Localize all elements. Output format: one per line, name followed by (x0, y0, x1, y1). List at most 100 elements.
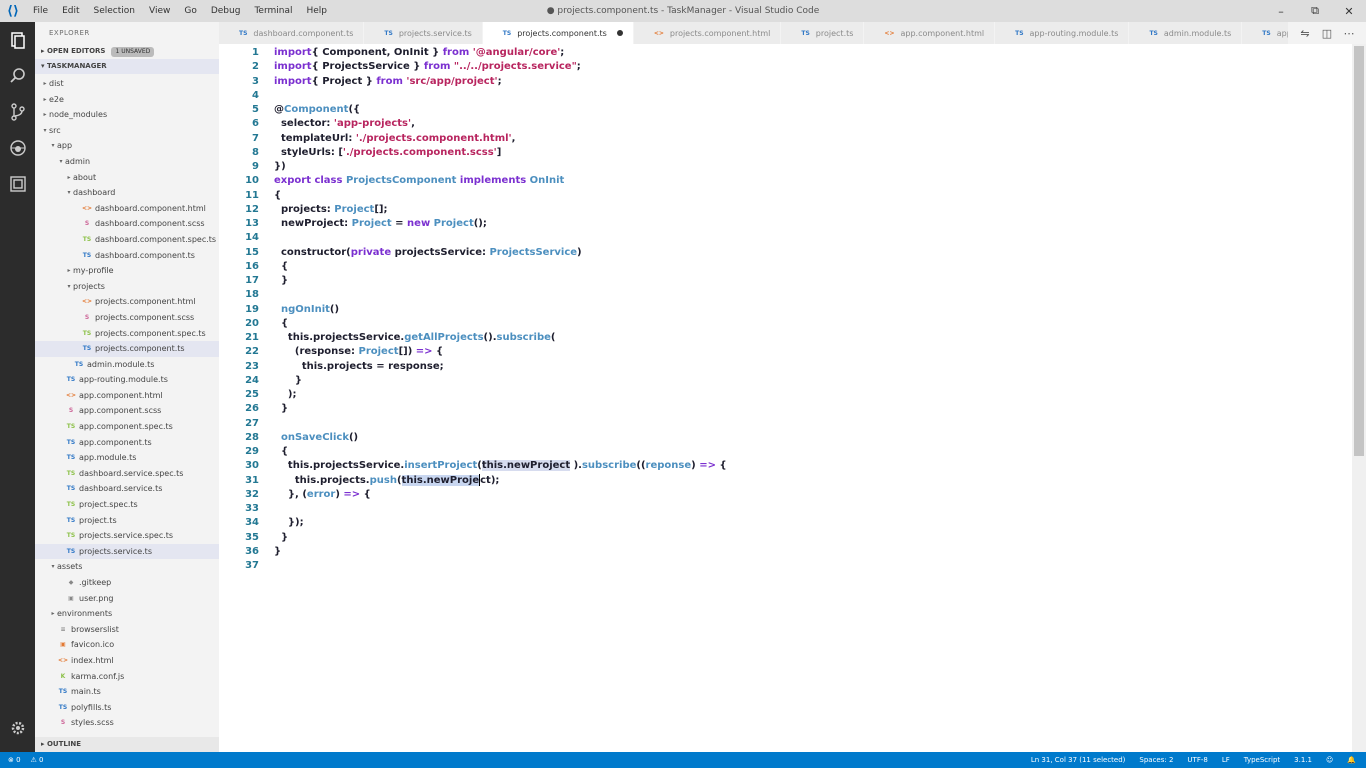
menu-debug[interactable]: Debug (204, 0, 248, 22)
code-line[interactable]: this.projects = response; (274, 360, 727, 374)
compare-icon[interactable]: ⇋ (1294, 22, 1316, 44)
extensions-icon[interactable] (0, 166, 35, 202)
more-icon[interactable]: ⋯ (1338, 22, 1360, 44)
code-line[interactable]: } (274, 374, 727, 388)
code-line[interactable] (274, 559, 727, 573)
tree-file[interactable]: TS dashboard.component.spec.ts (35, 232, 219, 248)
tab-admin-module-ts[interactable]: TS admin.module.ts (1129, 22, 1243, 44)
tree-file[interactable]: TS project.ts (35, 513, 219, 529)
code-line[interactable]: (response: Project[]) => { (274, 345, 727, 359)
indentation-status[interactable]: Spaces: 2 (1139, 756, 1173, 764)
encoding-status[interactable]: UTF-8 (1187, 756, 1207, 764)
tree-folder[interactable]: ▸ about (35, 170, 219, 186)
tree-file[interactable]: ◆ .gitkeep (35, 575, 219, 591)
tree-file[interactable]: TS dashboard.component.ts (35, 248, 219, 264)
code-line[interactable]: onSaveClick() (274, 431, 727, 445)
unsaved-dot-icon[interactable] (616, 30, 623, 36)
tree-file[interactable]: Kkarma.conf.js (35, 669, 219, 685)
tree-file[interactable]: ▣ user.png (35, 591, 219, 607)
tree-file[interactable]: <> projects.component.html (35, 294, 219, 310)
code-line[interactable] (274, 89, 727, 103)
tab-app-component-html[interactable]: <> app.component.html (864, 22, 996, 44)
open-editors-section[interactable]: ▸ OPEN EDITORS 1 UNSAVED (35, 44, 219, 59)
outline-section[interactable]: ▸ OUTLINE (35, 737, 219, 752)
tree-folder[interactable]: ▸ dist (35, 76, 219, 92)
menu-edit[interactable]: Edit (55, 0, 86, 22)
tree-file[interactable]: <> dashboard.component.html (35, 201, 219, 217)
code-line[interactable]: export class ProjectsComponent implement… (274, 174, 727, 188)
code-line[interactable] (274, 231, 727, 245)
menu-terminal[interactable]: Terminal (247, 0, 299, 22)
tree-file[interactable]: TS app.component.spec.ts (35, 419, 219, 435)
code-line[interactable]: } (274, 545, 727, 559)
code-line[interactable]: }, (error) => { (274, 488, 727, 502)
tree-file[interactable]: TS app.module.ts (35, 450, 219, 466)
tree-file[interactable]: TS polyfills.ts (35, 700, 219, 716)
code-line[interactable] (274, 417, 727, 431)
tree-file[interactable]: TS project.spec.ts (35, 497, 219, 513)
tree-folder[interactable]: ▾ assets (35, 559, 219, 575)
tree-file[interactable]: Sprojects.component.scss (35, 310, 219, 326)
feedback-icon[interactable]: ☺ (1326, 756, 1333, 764)
menu-view[interactable]: View (142, 0, 177, 22)
tree-folder[interactable]: ▸ environments (35, 606, 219, 622)
restore-button[interactable]: ⧉ (1298, 0, 1332, 22)
version-status[interactable]: 3.1.1 (1294, 756, 1312, 764)
code-line[interactable]: styleUrls: ['./projects.component.scss'] (274, 146, 727, 160)
code-line[interactable]: }); (274, 516, 727, 530)
code-line[interactable]: } (274, 274, 727, 288)
minimize-button[interactable]: – (1264, 0, 1298, 22)
tree-file[interactable]: TS main.ts (35, 684, 219, 700)
explorer-icon[interactable] (0, 22, 35, 58)
code-line[interactable]: this.projects.push(this.newProject); (274, 473, 727, 488)
errors-status[interactable]: ⊗ 0 (8, 756, 21, 764)
notifications-icon[interactable]: 🔔 (1347, 756, 1356, 764)
code-line[interactable] (274, 288, 727, 302)
code-line[interactable]: @Component({ (274, 103, 727, 117)
tree-file[interactable]: ▣ favicon.ico (35, 637, 219, 653)
menu-file[interactable]: File (26, 0, 55, 22)
code-line[interactable]: this.projectsService.getAllProjects().su… (274, 331, 727, 345)
tree-file[interactable]: <> app.component.html (35, 388, 219, 404)
tab-project-ts[interactable]: TS project.ts (781, 22, 865, 44)
code-line[interactable]: { (274, 189, 727, 203)
tree-folder[interactable]: ▾ admin (35, 154, 219, 170)
tab-dashboard-component-ts[interactable]: TS dashboard.component.ts (219, 22, 365, 44)
tree-folder[interactable]: ▸ e2e (35, 92, 219, 108)
tree-file[interactable]: TS projects.service.ts (35, 543, 219, 560)
tree-file[interactable]: TS projects.component.ts (35, 341, 219, 357)
tree-file[interactable]: Sdashboard.component.scss (35, 216, 219, 232)
editor-scrollbar[interactable] (1352, 44, 1366, 752)
code-line[interactable]: selector: 'app-projects', (274, 117, 727, 131)
code-line[interactable]: import{ Component, OnInit } from '@angul… (274, 46, 727, 60)
code-line[interactable]: import{ ProjectsService } from "../../pr… (274, 60, 727, 74)
eol-status[interactable]: LF (1222, 756, 1230, 764)
tree-folder[interactable]: ▾ projects (35, 279, 219, 295)
code-line[interactable]: ); (274, 388, 727, 402)
code-line[interactable]: constructor(private projectsService: Pro… (274, 246, 727, 260)
code-line[interactable]: { (274, 317, 727, 331)
code-content[interactable]: import{ Component, OnInit } from '@angul… (274, 46, 727, 573)
tree-file[interactable]: TS projects.component.spec.ts (35, 326, 219, 342)
tree-file[interactable]: <> index.html (35, 653, 219, 669)
code-line[interactable]: newProject: Project = new Project(); (274, 217, 727, 231)
code-line[interactable]: templateUrl: './projects.component.html'… (274, 132, 727, 146)
cursor-position-status[interactable]: Ln 31, Col 37 (11 selected) (1031, 756, 1126, 764)
code-line[interactable]: projects: Project[]; (274, 203, 727, 217)
tree-file[interactable]: TS projects.service.spec.ts (35, 528, 219, 544)
language-status[interactable]: TypeScript (1244, 756, 1280, 764)
code-line[interactable]: { (274, 445, 727, 459)
code-line[interactable]: { (274, 260, 727, 274)
tree-folder[interactable]: ▾ app (35, 138, 219, 154)
scrollbar-thumb[interactable] (1354, 46, 1364, 456)
tree-file[interactable]: TS dashboard.service.ts (35, 481, 219, 497)
menu-go[interactable]: Go (177, 0, 203, 22)
source-control-icon[interactable] (0, 94, 35, 130)
tree-folder[interactable]: ▾ src (35, 123, 219, 139)
tab-app-routing-module-ts[interactable]: TS app-routing.module.ts (995, 22, 1130, 44)
code-line[interactable]: import{ Project } from 'src/app/project'… (274, 75, 727, 89)
tree-file[interactable]: ≡ browserslist (35, 622, 219, 638)
tab-projects-component-ts[interactable]: TS projects.component.ts (482, 22, 634, 44)
tree-file[interactable]: TS app.component.ts (35, 435, 219, 451)
code-line[interactable]: }) (274, 160, 727, 174)
